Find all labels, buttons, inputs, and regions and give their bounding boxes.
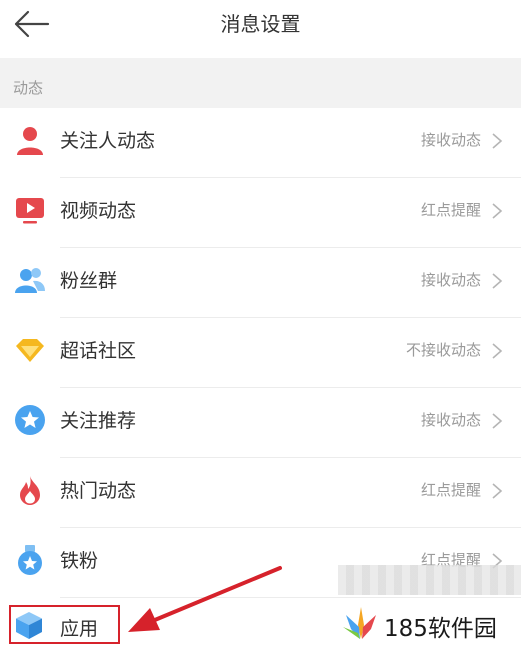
setting-row-value: 不接收动态 (405, 341, 481, 359)
setting-row-label: 粉丝群 (60, 270, 118, 292)
watermark-blur (338, 565, 521, 595)
diamond-icon (16, 339, 44, 362)
chevron-right-icon (492, 203, 503, 219)
setting-row-follow-recommend[interactable]: 关注推荐 接收动态 (0, 388, 521, 458)
chevron-right-icon (492, 273, 503, 289)
setting-row-value: 接收动态 (420, 131, 481, 149)
header-bar: 消息设置 (0, 0, 521, 58)
setting-row-label: 热门动态 (60, 480, 137, 502)
setting-row-label: 超话社区 (60, 340, 137, 362)
setting-row-follow-updates[interactable]: 关注人动态 接收动态 (0, 108, 521, 178)
page-title: 消息设置 (220, 12, 301, 36)
annotation-arrow-icon (128, 566, 282, 632)
setting-row-label: 关注推荐 (60, 410, 137, 432)
setting-row-value: 接收动态 (420, 411, 481, 429)
chevron-right-icon (492, 483, 503, 499)
chevron-right-icon (492, 413, 503, 429)
annotation-highlight-box (9, 605, 120, 644)
setting-row-super-topic[interactable]: 超话社区 不接收动态 (0, 318, 521, 388)
chevron-right-icon (492, 343, 503, 359)
watermark: 185软件园 (338, 565, 521, 648)
setting-row-value: 红点提醒 (420, 201, 481, 219)
setting-row-label: 关注人动态 (60, 130, 156, 152)
setting-row-hot-updates[interactable]: 热门动态 红点提醒 (0, 458, 521, 528)
chevron-right-icon (492, 133, 503, 149)
video-play-icon (16, 198, 44, 224)
watermark-logo-icon (343, 607, 376, 639)
setting-row-value: 接收动态 (420, 271, 481, 289)
flame-icon (20, 476, 40, 505)
section-label: 动态 (13, 79, 44, 97)
setting-row-fan-group[interactable]: 粉丝群 接收动态 (0, 248, 521, 318)
section-header: 动态 (0, 58, 521, 108)
setting-row-video-updates[interactable]: 视频动态 红点提醒 (0, 178, 521, 248)
star-badge-icon (15, 405, 45, 435)
setting-row-label: 铁粉 (60, 550, 99, 572)
setting-row-value: 红点提醒 (420, 481, 481, 499)
setting-row-label: 视频动态 (60, 200, 137, 222)
medal-icon (18, 545, 42, 575)
person-icon (17, 127, 43, 155)
watermark-text: 185软件园 (384, 616, 497, 642)
fan-group-icon (15, 268, 45, 293)
